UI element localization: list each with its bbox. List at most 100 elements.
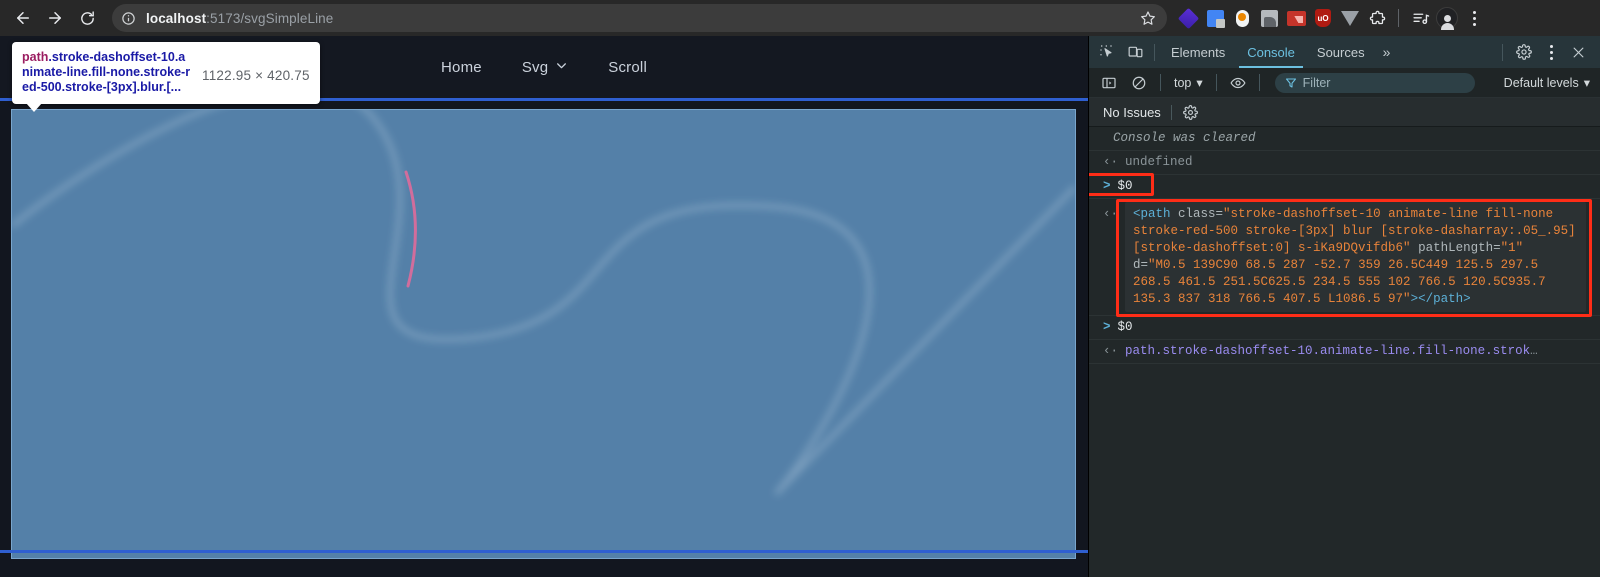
nav-link-home[interactable]: Home	[441, 59, 482, 76]
page-viewport: Home Svg Scroll	[0, 36, 1088, 577]
browser-menu-icon[interactable]	[1463, 6, 1485, 30]
console-selector-ellipsis: …	[1530, 344, 1538, 358]
issues-divider	[1170, 104, 1172, 120]
tabbar-divider	[1154, 43, 1155, 61]
execution-context-label: top	[1174, 75, 1192, 90]
profile-avatar[interactable]	[1436, 7, 1458, 30]
result-arrow-icon: ‹·	[1103, 155, 1119, 169]
result-arrow-icon-3: ‹·	[1103, 344, 1119, 358]
toolbar-divider-2	[1215, 74, 1217, 91]
extension-v-icon[interactable]	[1339, 7, 1361, 29]
animated-line-path	[12, 110, 1075, 496]
console-command-1-text: $0	[1117, 179, 1133, 193]
settings-gear-icon[interactable]	[1510, 39, 1538, 65]
extensions-tray: uO	[1177, 6, 1485, 30]
chevron-down-icon: ▾	[1583, 76, 1590, 90]
element-highlight-overlay	[11, 109, 1076, 559]
close-devtools-icon[interactable]	[1564, 39, 1592, 65]
page-bottom-rule	[0, 550, 1088, 553]
xml-closing-tag: </path>	[1418, 292, 1471, 306]
devtools-panel: Elements Console Sources » top ▾ Filter …	[1088, 36, 1600, 577]
console-xml-output[interactable]: <path class="stroke-dashoffset-10 animat…	[1125, 202, 1586, 312]
clear-console-icon[interactable]	[1125, 70, 1153, 96]
nav-link-svg-label: Svg	[521, 58, 549, 76]
console-result-undefined: ‹· undefined	[1089, 151, 1600, 175]
console-filter-placeholder: Filter	[1302, 75, 1331, 90]
console-toolbar: top ▾ Filter Default levels ▾	[1089, 68, 1600, 98]
tooltip-dimensions: 1122.95 × 420.75	[202, 68, 310, 83]
tabbar-divider-2	[1502, 43, 1503, 61]
chevron-down-icon: ▾	[1196, 76, 1203, 90]
log-levels-label: Default levels	[1503, 75, 1579, 90]
inspect-element-icon[interactable]	[1093, 39, 1121, 65]
devtools-tabbar: Elements Console Sources »	[1089, 36, 1600, 68]
tooltip-selector: path.stroke-dashoffset-10.animate-line.f…	[22, 50, 192, 95]
media-controls-icon[interactable]	[1409, 7, 1431, 29]
xml-attr-d-value: "M0.5 139C90 68.5 287 -52.7 359 26.5C449…	[1133, 258, 1546, 306]
console-sidebar-icon[interactable]	[1095, 70, 1123, 96]
filter-icon	[1285, 77, 1296, 88]
svg-simple-line-canvas	[12, 110, 1075, 496]
tab-console[interactable]: Console	[1236, 36, 1306, 68]
bookmark-star-icon[interactable]	[1135, 5, 1161, 31]
forward-button[interactable]	[40, 3, 70, 33]
animated-line-highlight-segment	[404, 170, 417, 288]
url-host: localhost	[146, 10, 207, 26]
extension-gray-icon[interactable]	[1258, 7, 1280, 29]
xml-attr-pathlength-name: pathLength=	[1410, 241, 1501, 255]
nav-link-svg[interactable]: Svg	[522, 59, 568, 76]
result-arrow-icon-2: ‹·	[1103, 207, 1119, 221]
tab-console-label: Console	[1247, 44, 1295, 60]
live-expression-eye-icon[interactable]	[1224, 70, 1252, 96]
extension-pill-icon[interactable]	[1231, 7, 1253, 29]
console-command-2[interactable]: > $0	[1089, 316, 1600, 340]
console-undefined-value: undefined	[1125, 155, 1193, 169]
tab-sources[interactable]: Sources	[1306, 36, 1376, 68]
xml-close-bracket: >	[1410, 292, 1419, 306]
issues-settings-gear-icon[interactable]	[1182, 99, 1200, 125]
site-info-icon[interactable]	[116, 6, 140, 30]
prompt-arrow-icon-2: >	[1103, 320, 1111, 334]
issues-count-label[interactable]: No Issues	[1103, 105, 1161, 120]
element-inspect-tooltip: path.stroke-dashoffset-10.animate-line.f…	[12, 42, 320, 112]
toolbar-divider-1	[1160, 74, 1161, 91]
console-filter-input[interactable]: Filter	[1274, 72, 1475, 93]
console-message-list[interactable]: Console was cleared ‹· undefined > $0 ‹·…	[1089, 127, 1600, 577]
nav-link-scroll[interactable]: Scroll	[608, 59, 647, 76]
nav-link-home-label: Home	[441, 58, 482, 76]
tooltip-pointer	[26, 103, 42, 112]
extension-diamond-icon[interactable]	[1177, 7, 1199, 29]
tooltip-selector-classes: .stroke-dashoffset-10.animate-line.fill-…	[22, 50, 191, 94]
devtools-menu-icon[interactable]	[1540, 40, 1562, 64]
browser-toolbar: localhost:5173/svgSimpleLine uO	[0, 0, 1600, 36]
xml-attr-class-name: class=	[1170, 207, 1224, 221]
url-path: :5173/svgSimpleLine	[206, 10, 334, 26]
reload-button[interactable]	[72, 3, 102, 33]
xml-open-tag: <path	[1133, 207, 1171, 221]
console-selector-text: path.stroke-dashoffset-10.animate-line.f…	[1125, 344, 1531, 358]
tab-sources-label: Sources	[1316, 44, 1365, 60]
address-bar[interactable]: localhost:5173/svgSimpleLine	[112, 4, 1167, 32]
log-levels-select[interactable]: Default levels ▾	[1503, 75, 1594, 91]
tab-elements-label: Elements	[1171, 44, 1226, 60]
extension-ublock-icon[interactable]: uO	[1312, 7, 1334, 29]
console-cleared-message: Console was cleared	[1089, 127, 1600, 151]
console-command-2-text: $0	[1117, 320, 1133, 334]
tooltip-tag-name: path	[22, 50, 49, 64]
device-toolbar-icon[interactable]	[1121, 39, 1149, 65]
execution-context-select[interactable]: top ▾	[1168, 75, 1209, 91]
extension-gdocs-icon[interactable]	[1204, 7, 1226, 29]
more-tabs-icon[interactable]: »	[1376, 44, 1398, 60]
extensions-puzzle-icon[interactable]	[1366, 7, 1388, 29]
console-selector-result[interactable]: path.stroke-dashoffset-10.animate-line.f…	[1125, 343, 1538, 360]
console-command-1[interactable]: > $0	[1089, 173, 1600, 199]
toolbar-divider-3	[1258, 74, 1260, 91]
tab-elements[interactable]: Elements	[1160, 36, 1236, 68]
console-cleared-text: Console was cleared	[1113, 131, 1256, 145]
browser-nav-buttons	[0, 3, 102, 33]
address-bar-url: localhost:5173/svgSimpleLine	[146, 11, 333, 26]
console-result-xml: ‹· <path class="stroke-dashoffset-10 ani…	[1089, 199, 1600, 317]
extension-red-chart-icon[interactable]	[1285, 7, 1307, 29]
console-result-selector: ‹· path.stroke-dashoffset-10.animate-lin…	[1089, 340, 1600, 364]
back-button[interactable]	[8, 3, 38, 33]
